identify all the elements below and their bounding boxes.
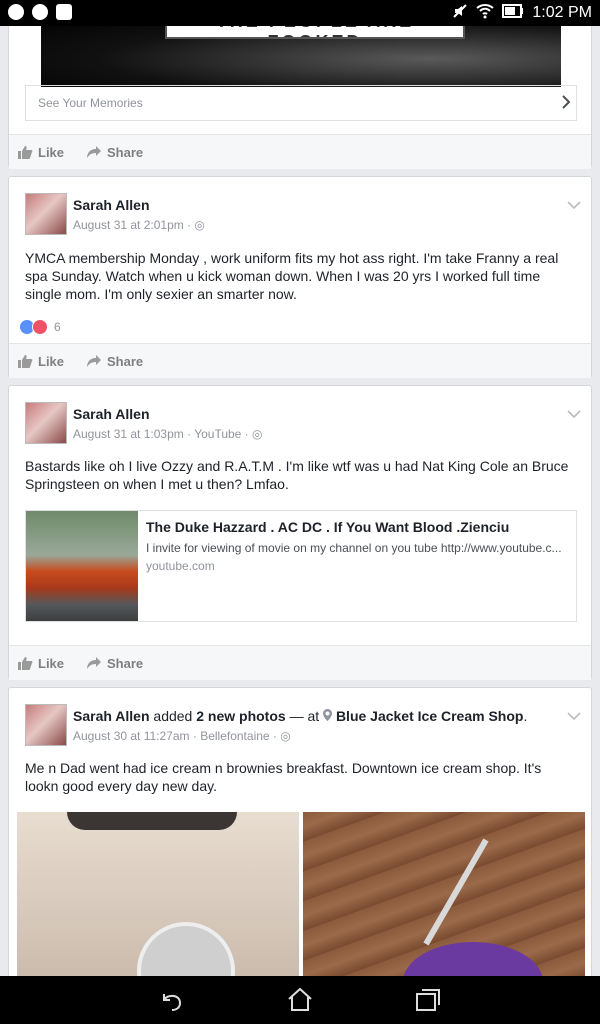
- post-author[interactable]: Sarah Allen: [73, 197, 150, 213]
- link-title: The Duke Hazzard . AC DC . If You Want B…: [146, 519, 510, 535]
- post-text: YMCA membership Monday , work uniform fi…: [25, 250, 559, 302]
- share-icon: [87, 355, 102, 367]
- see-memories-label: See Your Memories: [38, 96, 143, 110]
- link-description: I invite for viewing of movie on my chan…: [146, 541, 562, 555]
- photo-1[interactable]: [17, 812, 299, 976]
- share-button[interactable]: Share: [86, 656, 143, 671]
- memories-image-text: THE PEOPLE ARE FOOKED: [167, 26, 463, 37]
- chevron-down-icon[interactable]: [567, 197, 581, 213]
- messenger-icon: [8, 4, 24, 20]
- photo-2[interactable]: [303, 812, 585, 976]
- love-reaction-icon: [32, 319, 48, 335]
- share-label: Share: [107, 655, 144, 671]
- back-button[interactable]: [158, 986, 186, 1014]
- recent-apps-button[interactable]: [414, 986, 442, 1014]
- wifi-icon: [476, 3, 495, 23]
- post-meta: August 31 at 1:03pm · YouTube · ◎: [73, 427, 263, 441]
- reactions-summary[interactable]: 6: [19, 319, 61, 335]
- chevron-right-icon: [560, 93, 572, 116]
- share-icon: [87, 146, 102, 158]
- post-card: Sarah Allen August 31 at 2:01pm · ◎ YMCA…: [8, 176, 592, 378]
- navigation-bar: [0, 976, 600, 1024]
- photo-icon: [56, 4, 72, 20]
- globe-icon: ◎: [194, 218, 205, 232]
- memories-actions: Like Share: [9, 134, 591, 169]
- home-icon: [288, 987, 312, 1011]
- mute-icon: [452, 3, 468, 23]
- link-thumbnail: [26, 511, 138, 621]
- post-meta: August 31 at 2:01pm · ◎: [73, 218, 205, 232]
- messenger-icon: [32, 4, 48, 20]
- share-label: Share: [107, 353, 144, 369]
- post-meta: August 30 at 11:27am · Bellefontaine · ◎: [73, 729, 291, 743]
- author-name[interactable]: Sarah Allen: [73, 708, 150, 724]
- avatar[interactable]: [25, 704, 67, 746]
- thumbs-up-icon: [18, 355, 33, 368]
- reactions-count: 6: [54, 320, 61, 334]
- like-label: Like: [38, 144, 65, 160]
- memories-image[interactable]: THE PEOPLE ARE FOOKED: [41, 26, 561, 87]
- see-memories-link[interactable]: See Your Memories: [25, 85, 577, 121]
- location-pin-icon: [323, 708, 336, 724]
- share-icon: [87, 657, 102, 669]
- like-label: Like: [38, 655, 65, 671]
- share-button[interactable]: Share: [86, 354, 143, 369]
- thumbs-up-icon: [18, 146, 33, 159]
- post-actions: Like Share: [9, 343, 591, 378]
- globe-icon: ◎: [280, 729, 291, 743]
- like-button[interactable]: Like: [17, 145, 64, 160]
- avatar[interactable]: [25, 402, 67, 444]
- share-button[interactable]: Share: [86, 145, 143, 160]
- chevron-down-icon[interactable]: [567, 708, 581, 724]
- clock: 1:02 PM: [532, 4, 592, 21]
- avatar[interactable]: [25, 193, 67, 235]
- post-card: Sarah Allen August 31 at 1:03pm · YouTub…: [8, 385, 592, 680]
- like-label: Like: [38, 353, 65, 369]
- memories-card: THE PEOPLE ARE FOOKED See Your Memories …: [8, 26, 592, 169]
- battery-icon: [502, 4, 524, 22]
- post-actions: Like Share: [9, 645, 591, 680]
- post-author[interactable]: Sarah Allen: [73, 406, 150, 422]
- post-card: Sarah Allen added 2 new photos — at Blue…: [8, 687, 592, 976]
- news-feed[interactable]: THE PEOPLE ARE FOOKED See Your Memories …: [0, 26, 600, 976]
- recent-apps-icon: [416, 989, 440, 1011]
- link-domain: youtube.com: [146, 559, 215, 573]
- place-link[interactable]: Blue Jacket Ice Cream Shop: [336, 708, 524, 724]
- post-author: Sarah Allen added 2 new photos — at Blue…: [73, 708, 528, 724]
- post-text: Me n Dad went had ice cream n brownies b…: [25, 760, 542, 794]
- home-button[interactable]: [286, 986, 314, 1014]
- like-button[interactable]: Like: [17, 354, 64, 369]
- thumbs-up-icon: [18, 657, 33, 670]
- link-preview[interactable]: The Duke Hazzard . AC DC . If You Want B…: [25, 510, 577, 622]
- photos-link[interactable]: 2 new photos: [196, 708, 285, 724]
- chevron-down-icon[interactable]: [567, 406, 581, 422]
- share-label: Share: [107, 144, 144, 160]
- globe-icon: ◎: [252, 427, 263, 441]
- back-icon: [163, 994, 182, 1011]
- status-bar: 1:02 PM: [0, 0, 600, 26]
- post-text: Bastards like oh I live Ozzy and R.A.T.M…: [25, 458, 569, 492]
- like-button[interactable]: Like: [17, 656, 64, 671]
